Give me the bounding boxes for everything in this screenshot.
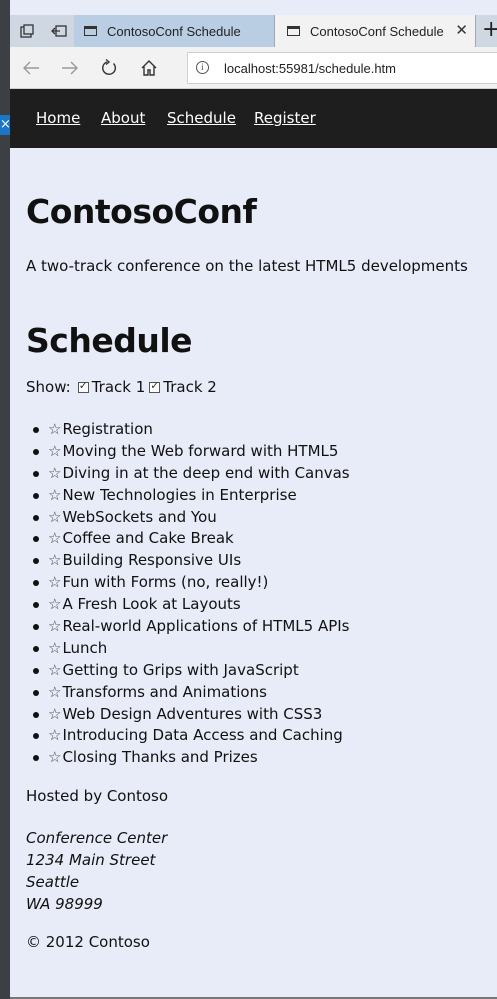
schedule-heading: Schedule [26,321,193,360]
tab-strip: ContosoConf Schedule ContosoConf Schedul… [10,15,497,47]
track-1-checkbox[interactable] [77,379,89,393]
address-line: 1234 Main Street [26,851,156,869]
address-line: Seattle [26,873,80,891]
session-title: New Technologies in Enterprise [62,485,297,504]
background-code-fragment [0,57,10,69]
session-item: ☆ Building Responsive UIs [33,549,350,571]
track-1-label: Track 1 [91,378,146,396]
refresh-icon [102,59,116,75]
star-icon[interactable]: ☆ [48,420,61,438]
page-icon [287,26,300,36]
star-icon[interactable]: ☆ [48,617,61,635]
show-label: Show: [26,378,71,396]
home-button[interactable] [136,55,162,81]
session-item: ☆ Diving in at the deep end with Canvas [33,462,350,484]
site-title: ContosoConf [26,192,257,231]
session-title: Lunch [62,638,108,657]
copyright: © 2012 Contoso [26,933,150,951]
browser-window: ContosoConf Schedule ContosoConf Schedul… [10,0,497,999]
info-icon[interactable]: i [196,61,209,74]
session-title: Coffee and Cake Break [62,529,234,548]
star-icon[interactable]: ☆ [48,464,61,482]
venue-address: Conference Center 1234 Main Street Seatt… [26,827,167,915]
star-icon[interactable]: ☆ [48,639,61,657]
star-icon[interactable]: ☆ [48,595,61,613]
session-item: ☆ Coffee and Cake Break [33,527,350,549]
nav-link-about[interactable]: About [101,109,145,127]
star-icon[interactable]: ☆ [48,486,61,504]
star-icon[interactable]: ☆ [48,661,61,679]
address-line: WA 98999 [26,895,103,913]
session-item: ☆ Introducing Data Access and Caching [33,724,350,746]
page-icon [84,26,97,36]
session-title: Transforms and Animations [62,682,267,701]
tab-active[interactable]: ContosoConf Schedule ✕ [274,15,476,47]
session-title: WebSockets and You [62,507,217,526]
refresh-button[interactable] [96,55,122,81]
track-filter: Show: Track 1 Track 2 [26,378,217,396]
session-item: ☆ Closing Thanks and Prizes [33,746,350,768]
session-title: A Fresh Look at Layouts [62,595,241,614]
hosted-by: Hosted by Contoso [26,787,169,805]
tab-inactive[interactable]: ContosoConf Schedule [74,15,274,47]
background-window-strip: × [0,0,10,999]
star-icon[interactable]: ☆ [48,529,61,547]
session-title: Diving in at the deep end with Canvas [62,463,350,482]
star-icon[interactable]: ☆ [48,573,61,591]
star-icon[interactable]: ☆ [48,705,61,723]
back-button[interactable] [18,55,44,81]
session-item: ☆ Lunch [33,637,350,659]
address-toolbar: i localhost:55981/schedule.htm [10,47,497,89]
nav-link-register[interactable]: Register [254,109,316,127]
session-title: Web Design Adventures with CSS3 [62,704,323,723]
track-2-label: Track 2 [163,378,217,396]
session-list: ☆ Registration ☆ Moving the Web forward wi… [33,418,350,768]
new-tab-icon[interactable]: + [482,15,497,45]
star-icon[interactable]: ☆ [48,748,61,766]
background-close-icon: × [0,115,10,135]
nav-link-home[interactable]: Home [36,109,80,127]
session-item: ☆ Real-world Applications of HTML5 APIs [33,615,350,637]
home-icon [141,60,157,76]
session-item: ☆ Moving the Web forward with HTML5 [33,440,350,462]
site-navigation: Home About Schedule Register [10,89,497,148]
tab-title: ContosoConf Schedule [310,23,444,39]
session-title: Building Responsive UIs [62,551,242,570]
session-title: Real-world Applications of HTML5 APIs [62,616,350,635]
session-title: Closing Thanks and Prizes [62,748,258,767]
nav-link-schedule[interactable]: Schedule [167,109,236,127]
track-2-checkbox[interactable] [149,379,161,393]
site-tagline: A two-track conference on the latest HTM… [26,257,468,275]
star-icon[interactable]: ☆ [48,508,61,526]
session-title: Fun with Forms (no, really!) [62,573,269,592]
session-item: ☆ New Technologies in Enterprise [33,484,350,506]
url-text: localhost:55981/schedule.htm [224,61,397,76]
star-icon[interactable]: ☆ [48,683,61,701]
address-bar[interactable]: i localhost:55981/schedule.htm [187,52,497,84]
forward-arrow-icon [62,61,78,75]
star-icon[interactable]: ☆ [48,726,61,744]
set-tabs-aside-icon[interactable] [44,15,74,47]
session-item: ☆ Fun with Forms (no, really!) [33,571,350,593]
address-line: Conference Center [26,829,168,847]
star-icon[interactable]: ☆ [48,442,61,460]
back-arrow-icon [23,61,39,75]
session-item: ☆ A Fresh Look at Layouts [33,593,350,615]
session-title: Introducing Data Access and Caching [62,726,343,745]
session-item: ☆ WebSockets and You [33,506,350,528]
session-item: ☆ Transforms and Animations [33,681,350,703]
session-item: ☆ Registration [33,418,350,440]
session-title: Getting to Grips with JavaScript [62,660,299,679]
session-title: Moving the Web forward with HTML5 [62,441,339,460]
forward-button[interactable] [57,55,83,81]
close-tab-icon[interactable]: ✕ [455,21,468,39]
session-item: ☆ Web Design Adventures with CSS3 [33,703,350,725]
tab-actions-icon[interactable] [12,15,42,47]
tab-title: ContosoConf Schedule [107,23,241,39]
star-icon[interactable]: ☆ [48,551,61,569]
session-item: ☆ Getting to Grips with JavaScript [33,659,350,681]
session-title: Registration [62,419,153,438]
